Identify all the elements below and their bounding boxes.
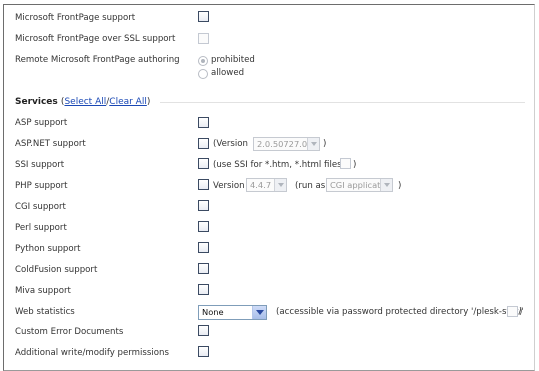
aspnet-version-suffix: ) xyxy=(323,139,327,149)
python-support-label: Python support xyxy=(15,244,81,254)
cgi-support-checkbox[interactable] xyxy=(198,200,209,211)
radio-prohibited[interactable] xyxy=(198,56,208,66)
web-stats-select[interactable]: None xyxy=(198,305,267,320)
php-support-label: PHP support xyxy=(15,181,68,191)
aspnet-version-select[interactable]: 2.0.50727.0 xyxy=(253,137,320,151)
chevron-down-icon xyxy=(274,179,286,191)
coldfusion-support-label: ColdFusion support xyxy=(15,265,98,275)
web-stats-label: Web statistics xyxy=(15,307,75,317)
radio-allowed-label: allowed xyxy=(211,68,245,78)
ssi-html-files-checkbox[interactable] xyxy=(340,158,351,169)
fp-ssl-support-checkbox[interactable] xyxy=(198,33,209,44)
aspnet-support-label: ASP.NET support xyxy=(15,139,86,149)
chevron-down-icon xyxy=(380,179,392,191)
services-title: Services xyxy=(15,97,58,107)
php-support-checkbox[interactable] xyxy=(198,179,209,190)
php-suffix: ) xyxy=(398,181,402,191)
radio-prohibited-label: prohibited xyxy=(211,55,255,65)
miva-support-checkbox[interactable] xyxy=(198,284,209,295)
custom-errors-label: Custom Error Documents xyxy=(15,327,124,337)
aspnet-support-checkbox[interactable] xyxy=(198,138,209,149)
fp-ssl-support-label: Microsoft FrontPage over SSL support xyxy=(15,34,176,44)
ssi-support-checkbox[interactable] xyxy=(198,158,209,169)
perl-support-label: Perl support xyxy=(15,223,67,233)
ssi-suffix: ) xyxy=(353,160,357,170)
perl-support-checkbox[interactable] xyxy=(198,221,209,232)
cgi-support-label: CGI support xyxy=(15,202,66,212)
php-run-as-select[interactable]: CGI application xyxy=(326,178,393,192)
radio-selected-dot xyxy=(201,59,205,63)
section-divider xyxy=(160,102,525,103)
chevron-down-icon xyxy=(252,306,266,319)
custom-errors-checkbox[interactable] xyxy=(198,325,209,336)
ssi-support-label: SSI support xyxy=(15,160,65,170)
radio-allowed[interactable] xyxy=(198,69,208,79)
php-version-label: Version xyxy=(213,181,245,191)
web-stats-note: (accessible via password protected direc… xyxy=(276,307,524,317)
php-version-value: 4.4.7 xyxy=(250,180,272,190)
write-modify-label: Additional write/modify permissions xyxy=(15,348,169,358)
write-modify-checkbox[interactable] xyxy=(198,346,209,357)
web-stats-password-checkbox[interactable] xyxy=(507,306,518,317)
fp-support-checkbox[interactable] xyxy=(198,11,209,22)
select-all-link[interactable]: Select All xyxy=(64,97,106,107)
asp-support-checkbox[interactable] xyxy=(198,117,209,128)
ssi-files-text: (use SSI for *.htm, *.html files xyxy=(213,160,342,170)
aspnet-version-value: 2.0.50727.0 xyxy=(257,139,308,149)
coldfusion-support-checkbox[interactable] xyxy=(198,263,209,274)
services-close-paren: ) xyxy=(146,97,151,107)
fp-support-label: Microsoft FrontPage support xyxy=(15,13,136,23)
asp-support-label: ASP support xyxy=(15,118,68,128)
aspnet-version-prefix: (Version xyxy=(213,139,248,149)
php-version-select[interactable]: 4.4.7 xyxy=(246,178,287,192)
clear-all-link[interactable]: Clear All xyxy=(109,97,147,107)
miva-support-label: Miva support xyxy=(15,286,71,296)
web-stats-value: None xyxy=(202,307,224,317)
services-section-header: Services (Select All/Clear All) xyxy=(15,97,150,107)
chevron-down-icon xyxy=(307,138,319,150)
php-run-as-label: (run as xyxy=(295,181,326,191)
fp-remote-authoring-label: Remote Microsoft FrontPage authoring xyxy=(15,55,180,65)
python-support-checkbox[interactable] xyxy=(198,242,209,253)
web-stats-suffix: ) xyxy=(519,307,523,317)
